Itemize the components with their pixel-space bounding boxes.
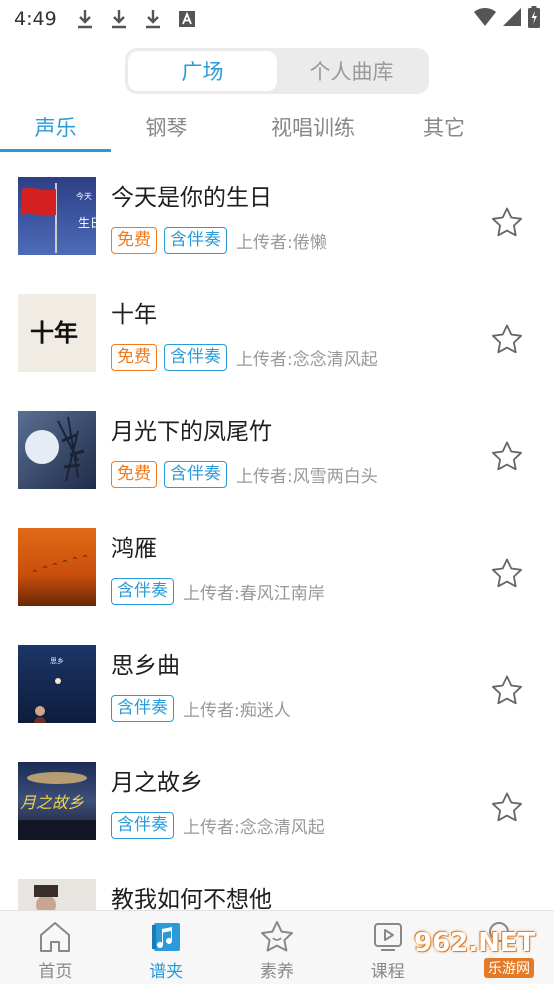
wifi-icon (474, 7, 496, 31)
svg-text:十年: 十年 (30, 318, 78, 347)
status-time: 4:49 (14, 8, 57, 30)
song-list: 今天生日 今天是你的生日 免费 含伴奏 上传者:倦懒 十年 十年 免费 含伴奏 … (0, 160, 554, 979)
star-icon[interactable] (490, 323, 524, 357)
list-item[interactable]: 思乡 思乡曲 含伴奏 上传者:痴迷人 (0, 628, 554, 745)
star-icon[interactable] (490, 206, 524, 240)
svg-text:今天: 今天 (76, 191, 92, 201)
signal-icon (502, 7, 522, 31)
status-bar: 4:49 (0, 0, 554, 38)
song-meta: 免费 含伴奏 上传者:风雪两白头 (111, 460, 378, 488)
home-icon (40, 922, 71, 952)
star-icon[interactable] (490, 557, 524, 591)
free-tag: 免费 (111, 226, 157, 254)
nav-score-folder[interactable]: 谱夹 (111, 911, 222, 984)
battery-icon (528, 6, 540, 32)
star-icon[interactable] (490, 791, 524, 825)
song-meta: 免费 含伴奏 上传者:念念清风起 (111, 343, 378, 371)
list-item[interactable]: 今天生日 今天是你的生日 免费 含伴奏 上传者:倦懒 (0, 160, 554, 277)
uploader-text: 上传者:倦懒 (236, 232, 327, 253)
uploader-text: 上传者:念念清风起 (236, 349, 378, 370)
tab-vocal[interactable]: 声乐 (0, 108, 111, 152)
song-cover: 今天生日 (18, 177, 96, 255)
nav-label: 谱夹 (149, 962, 184, 982)
tab-other[interactable]: 其它 (404, 108, 484, 152)
song-title: 鸿雁 (111, 536, 157, 562)
svg-text:生日: 生日 (78, 216, 96, 230)
song-meta: 含伴奏 上传者:念念清风起 (111, 811, 325, 839)
svg-text:月之故乡: 月之故乡 (20, 793, 84, 812)
accompaniment-tag: 含伴奏 (111, 694, 174, 722)
nav-label: 首页 (38, 962, 73, 982)
segment-personal-library[interactable]: 个人曲库 (277, 51, 426, 91)
free-tag: 免费 (111, 343, 157, 371)
segment-plaza[interactable]: 广场 (128, 51, 277, 91)
uploader-text: 上传者:痴迷人 (183, 700, 291, 721)
song-cover: 月之故乡 (18, 762, 96, 840)
song-cover (18, 528, 96, 606)
song-title: 今天是你的生日 (111, 185, 272, 211)
tab-piano[interactable]: 钢琴 (111, 108, 222, 152)
library-segment-control: 广场 个人曲库 (125, 48, 429, 94)
a-icon (177, 8, 197, 30)
music-note-icon (152, 923, 181, 951)
category-tabs: 声乐 钢琴 视唱训练 其它 (0, 108, 554, 152)
svg-text:思乡: 思乡 (50, 657, 64, 665)
nav-label: 素养 (259, 962, 294, 982)
play-icon (373, 923, 402, 951)
notification-icons (75, 8, 197, 30)
tab-sight-singing[interactable]: 视唱训练 (222, 108, 404, 152)
uploader-text: 上传者:春风江南岸 (183, 583, 325, 604)
song-meta: 免费 含伴奏 上传者:倦懒 (111, 226, 327, 254)
watermark-logo: 962.NET 乐游网 (414, 928, 550, 980)
system-icons (474, 6, 540, 32)
accompaniment-tag: 含伴奏 (164, 226, 227, 254)
song-title: 教我如何不想他 (111, 887, 272, 913)
song-cover (18, 411, 96, 489)
list-item[interactable]: 十年 十年 免费 含伴奏 上传者:念念清风起 (0, 277, 554, 394)
watermark-main-text: 962.NET (414, 928, 536, 958)
nav-label: 课程 (370, 962, 405, 982)
nav-home[interactable]: 首页 (0, 911, 111, 984)
list-item[interactable]: 月光下的凤尾竹 免费 含伴奏 上传者:风雪两白头 (0, 394, 554, 511)
song-title: 月之故乡 (111, 770, 203, 796)
download-icon (109, 8, 129, 30)
download-icon (143, 8, 163, 30)
download-icon (75, 8, 95, 30)
song-title: 月光下的凤尾竹 (111, 419, 272, 445)
accompaniment-tag: 含伴奏 (164, 343, 227, 371)
uploader-text: 上传者:念念清风起 (183, 817, 325, 838)
song-title: 思乡曲 (111, 653, 180, 679)
nav-literacy[interactable]: 素养 (222, 911, 333, 984)
song-meta: 含伴奏 上传者:春风江南岸 (111, 577, 325, 605)
accompaniment-tag: 含伴奏 (111, 811, 174, 839)
free-tag: 免费 (111, 460, 157, 488)
song-cover: 十年 (18, 294, 96, 372)
list-item[interactable]: 月之故乡 月之故乡 含伴奏 上传者:念念清风起 (0, 745, 554, 862)
accompaniment-tag: 含伴奏 (164, 460, 227, 488)
song-cover: 思乡 (18, 645, 96, 723)
list-item[interactable]: 鸿雁 含伴奏 上传者:春风江南岸 (0, 511, 554, 628)
watermark-sub-text: 乐游网 (484, 958, 534, 978)
song-meta: 含伴奏 上传者:痴迷人 (111, 694, 291, 722)
star-face-icon (260, 921, 293, 952)
song-title: 十年 (111, 302, 157, 328)
accompaniment-tag: 含伴奏 (111, 577, 174, 605)
star-icon[interactable] (490, 674, 524, 708)
star-icon[interactable] (490, 440, 524, 474)
uploader-text: 上传者:风雪两白头 (236, 466, 378, 487)
